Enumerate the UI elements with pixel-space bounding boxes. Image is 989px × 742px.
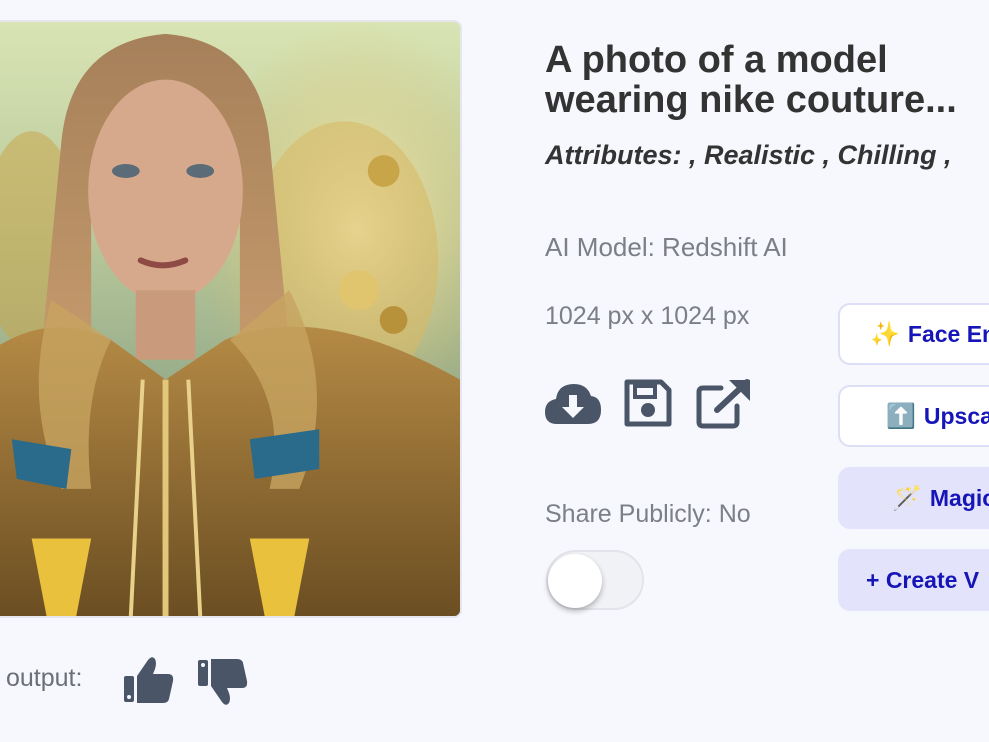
save-icon[interactable] <box>623 378 673 428</box>
ai-model-text: AI Model: Redshift AI <box>545 232 788 262</box>
share-publicly-label: Share Publicly: No <box>545 500 751 528</box>
upscale-button[interactable]: ⬆️ Upsca <box>838 385 989 447</box>
magic-wand-icon: 🪄 <box>892 484 922 512</box>
image-title-line-2: wearing nike couture... <box>545 79 957 121</box>
upscale-label: Upsca <box>923 402 989 429</box>
model-portrait-image <box>0 22 460 616</box>
generated-image[interactable] <box>0 20 462 618</box>
face-enhance-button[interactable]: ✨ Face En <box>838 303 989 365</box>
share-publicly-toggle[interactable] <box>546 550 644 610</box>
face-enhance-label: Face En <box>907 320 989 347</box>
image-title-line-1: A photo of a model <box>545 39 888 81</box>
thumbs-up-icon[interactable] <box>122 654 176 708</box>
magic-label: Magic <box>929 484 989 511</box>
image-size-text: 1024 px x 1024 px <box>545 302 750 330</box>
create-variation-label: + Create V <box>866 566 980 593</box>
thumbs-down-icon[interactable] <box>196 654 250 708</box>
attributes-text: Attributes: , Realistic , Chilling , <box>545 140 952 170</box>
magic-button[interactable]: 🪄 Magic <box>838 467 989 529</box>
rate-output-label: output: <box>6 664 83 692</box>
image-title: A photo of a model wearing nike couture.… <box>545 40 989 120</box>
cloud-download-icon[interactable] <box>543 378 603 428</box>
toggle-knob <box>548 554 602 608</box>
up-arrow-icon: ⬆️ <box>886 402 916 430</box>
create-variation-button[interactable]: + Create V <box>838 549 989 611</box>
share-external-icon[interactable] <box>695 378 753 430</box>
sparkles-icon: ✨ <box>870 320 900 348</box>
